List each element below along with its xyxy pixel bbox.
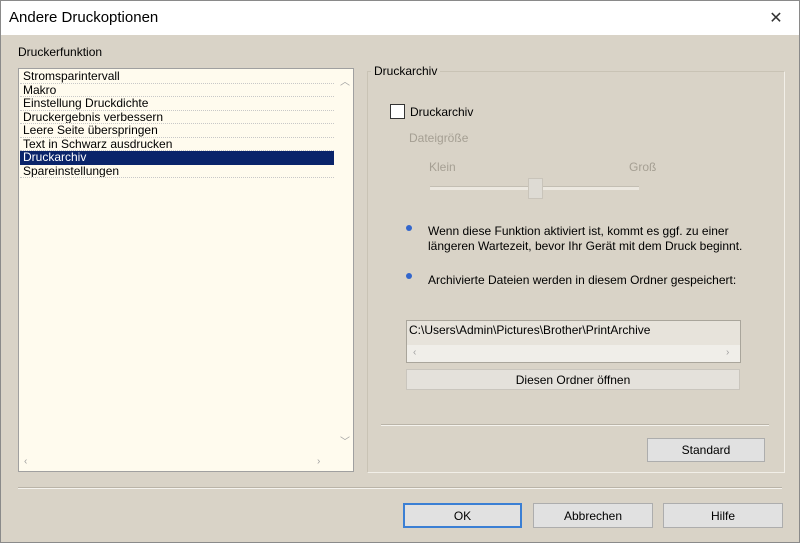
dialog-window: Andere Druckoptionen ✕ Druckerfunktion S… bbox=[0, 0, 800, 543]
archive-folder-path-box[interactable]: C:\Users\Admin\Pictures\Brother\PrintArc… bbox=[406, 320, 741, 363]
help-button[interactable]: Hilfe bbox=[663, 503, 783, 528]
function-list-item[interactable]: Text in Schwarz ausdrucken bbox=[20, 138, 334, 151]
window-title: Andere Druckoptionen bbox=[9, 9, 159, 26]
function-list[interactable]: Stromsparintervall Makro Einstellung Druck… bbox=[18, 68, 354, 472]
print-archive-checkbox-label: Druckarchiv bbox=[410, 104, 474, 119]
file-size-label: Dateigröße bbox=[409, 131, 469, 145]
function-list-item[interactable]: Leere Seite überspringen bbox=[20, 124, 334, 138]
scroll-right-icon[interactable]: › bbox=[317, 456, 320, 467]
info-icon bbox=[406, 273, 412, 279]
scroll-left-icon[interactable]: ‹ bbox=[24, 456, 27, 467]
archive-folder-path: C:\Users\Admin\Pictures\Brother\PrintArc… bbox=[409, 323, 651, 337]
scroll-down-icon[interactable]: ﹀ bbox=[340, 433, 350, 448]
info-text-folder: Archivierte Dateien werden in diesem Ord… bbox=[428, 273, 737, 287]
function-list-item[interactable]: Stromsparintervall bbox=[20, 70, 334, 84]
scroll-right-icon[interactable]: › bbox=[726, 347, 729, 358]
group-title: Druckarchiv bbox=[371, 64, 441, 78]
function-list-items: Stromsparintervall Makro Einstellung Druck… bbox=[20, 70, 334, 178]
slider-max-label: Groß bbox=[629, 160, 657, 174]
footer-separator bbox=[18, 487, 782, 489]
function-list-item[interactable]: Spareinstellungen bbox=[20, 165, 334, 178]
file-size-slider-thumb[interactable] bbox=[528, 178, 543, 199]
printer-function-label: Druckerfunktion bbox=[18, 45, 103, 59]
info-icon bbox=[406, 225, 412, 231]
scroll-left-icon[interactable]: ‹ bbox=[413, 347, 416, 358]
print-archive-checkbox[interactable] bbox=[390, 104, 405, 119]
info-text-wait: Wenn diese Funktion aktiviert ist, kommt… bbox=[428, 224, 743, 253]
function-list-item[interactable]: Einstellung Druckdichte bbox=[20, 97, 334, 111]
open-folder-button[interactable]: Diesen Ordner öffnen bbox=[406, 369, 740, 390]
function-list-item[interactable]: Druckarchiv bbox=[20, 151, 334, 165]
slider-min-label: Klein bbox=[429, 160, 456, 174]
function-list-item[interactable]: Druckergebnis verbessern bbox=[20, 111, 334, 124]
group-separator bbox=[381, 424, 769, 426]
path-horizontal-scrollbar[interactable]: ‹ › bbox=[407, 345, 740, 362]
cancel-button[interactable]: Abbrechen bbox=[533, 503, 653, 528]
close-button[interactable]: ✕ bbox=[753, 1, 799, 35]
list-horizontal-scrollbar[interactable]: ‹ › bbox=[19, 454, 335, 471]
list-vertical-scrollbar[interactable]: ︿ ﹀ bbox=[336, 69, 353, 452]
standard-button[interactable]: Standard bbox=[647, 438, 765, 462]
scroll-up-icon[interactable]: ︿ bbox=[340, 73, 350, 88]
function-list-item[interactable]: Makro bbox=[20, 84, 334, 97]
print-archive-checkbox-row[interactable]: Druckarchiv bbox=[390, 104, 473, 119]
title-bar: Andere Druckoptionen ✕ bbox=[1, 1, 799, 35]
ok-button[interactable]: OK bbox=[403, 503, 522, 528]
close-icon: ✕ bbox=[769, 10, 783, 27]
